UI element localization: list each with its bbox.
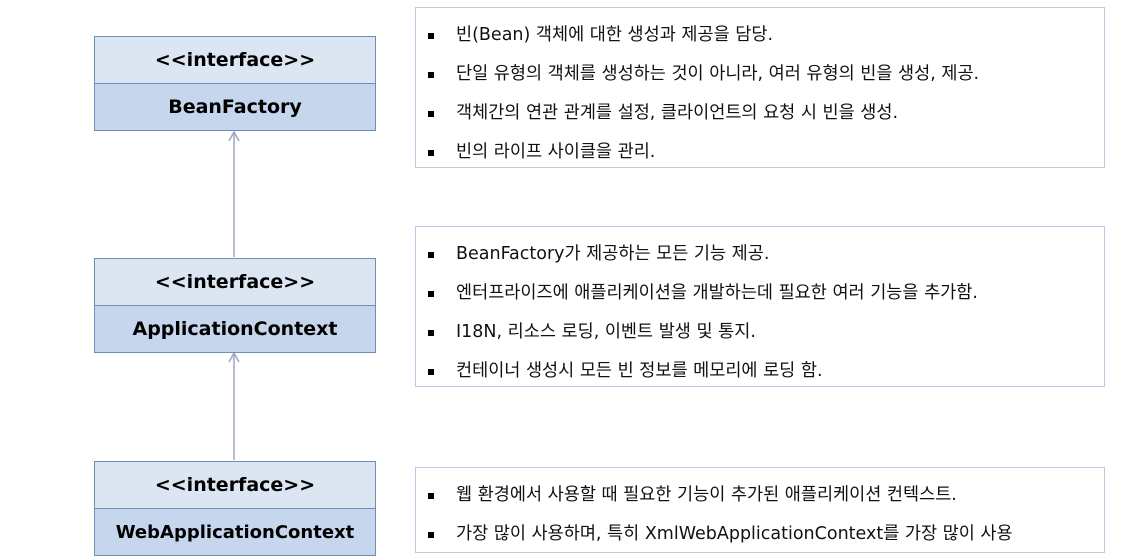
class-name: WebApplicationContext [95, 509, 375, 555]
bullet-icon [428, 33, 434, 39]
bullet-icon [428, 72, 434, 78]
note-beanfactory: 빈(Bean) 객체에 대한 생성과 제공을 담당. 단일 유형의 객체를 생성… [415, 7, 1105, 168]
note-item: 객체간의 연관 관계를 설정, 클라이언트의 요청 시 빈을 생성. [428, 94, 1104, 133]
stereotype-label: <<interface>> [95, 259, 375, 306]
note-applicationcontext: BeanFactory가 제공하는 모든 기능 제공. 엔터프라이즈에 애플리케… [415, 226, 1105, 387]
note-text: 객체간의 연관 관계를 설정, 클라이언트의 요청 시 빈을 생성. [456, 103, 899, 123]
note-item: 가장 많이 사용하며, 특히 XmlWebApplicationContext를… [428, 515, 1104, 554]
note-item: 엔터프라이즈에 애플리케이션을 개발하는데 필요한 여러 기능을 추가함. [428, 274, 1104, 313]
stereotype-label: <<interface>> [95, 37, 375, 84]
note-text: 빈(Bean) 객체에 대한 생성과 제공을 담당. [456, 25, 774, 45]
note-item: 컨테이너 생성시 모든 빈 정보를 메모리에 로딩 함. [428, 352, 1104, 391]
class-name: BeanFactory [95, 84, 375, 130]
note-text: 컨테이너 생성시 모든 빈 정보를 메모리에 로딩 함. [456, 361, 823, 381]
bullet-icon [428, 150, 434, 156]
bullet-icon [428, 532, 434, 538]
class-webapplicationcontext: <<interface>> WebApplicationContext [94, 461, 376, 556]
bullet-icon [428, 252, 434, 258]
bullet-icon [428, 330, 434, 336]
stereotype-label: <<interface>> [95, 462, 375, 509]
class-name: ApplicationContext [95, 306, 375, 352]
bullet-icon [428, 369, 434, 375]
note-text: 엔터프라이즈에 애플리케이션을 개발하는데 필요한 여러 기능을 추가함. [456, 283, 978, 303]
note-text: 단일 유형의 객체를 생성하는 것이 아니라, 여러 유형의 빈을 생성, 제공… [456, 64, 980, 84]
note-item: BeanFactory가 제공하는 모든 기능 제공. [428, 235, 1104, 274]
bullet-icon [428, 493, 434, 499]
bullet-icon [428, 291, 434, 297]
note-item: 빈(Bean) 객체에 대한 생성과 제공을 담당. [428, 16, 1104, 55]
note-item: 웹 환경에서 사용할 때 필요한 기능이 추가된 애플리케이션 컨텍스트. [428, 476, 1104, 515]
note-text: 가장 많이 사용하며, 특히 XmlWebApplicationContext를… [456, 524, 1013, 544]
note-item: 단일 유형의 객체를 생성하는 것이 아니라, 여러 유형의 빈을 생성, 제공… [428, 55, 1104, 94]
class-beanfactory: <<interface>> BeanFactory [94, 36, 376, 131]
note-text: 웹 환경에서 사용할 때 필요한 기능이 추가된 애플리케이션 컨텍스트. [456, 485, 957, 505]
class-applicationcontext: <<interface>> ApplicationContext [94, 258, 376, 353]
bullet-icon [428, 111, 434, 117]
note-webapplicationcontext: 웹 환경에서 사용할 때 필요한 기능이 추가된 애플리케이션 컨텍스트. 가장… [415, 467, 1105, 553]
note-item: I18N, 리소스 로딩, 이벤트 발생 및 통지. [428, 313, 1104, 352]
note-text: 빈의 라이프 사이클을 관리. [456, 142, 656, 162]
note-text: I18N, 리소스 로딩, 이벤트 발생 및 통지. [456, 322, 756, 342]
note-text: BeanFactory가 제공하는 모든 기능 제공. [456, 244, 770, 264]
note-item: 빈의 라이프 사이클을 관리. [428, 133, 1104, 172]
